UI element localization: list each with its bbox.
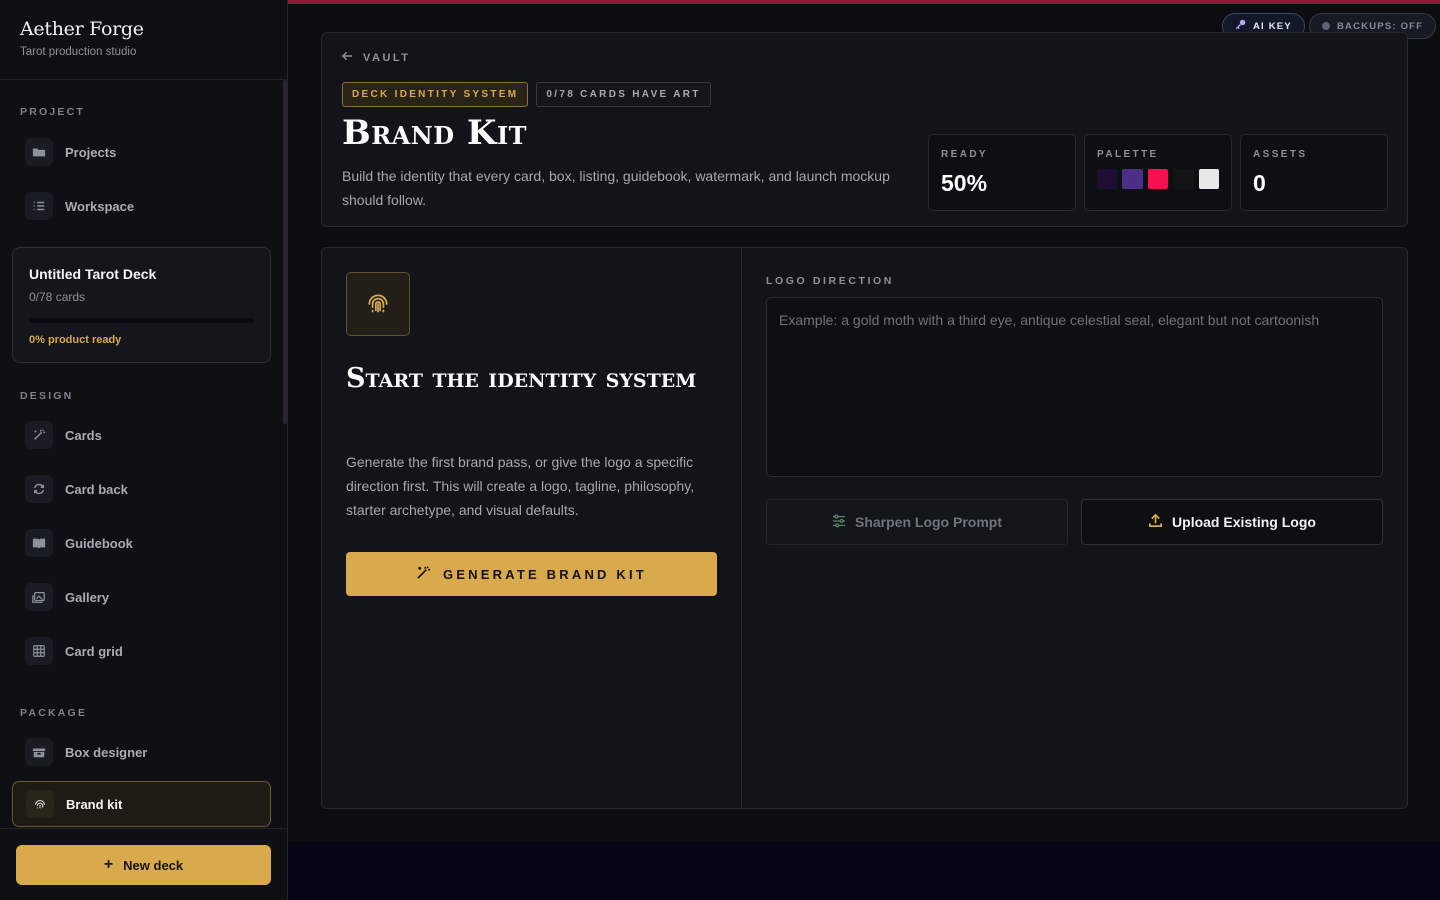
sharpen-label: Sharpen Logo Prompt [855, 514, 1002, 530]
assets-value: 0 [1253, 170, 1266, 196]
magic-wand-icon [25, 421, 53, 449]
ready-stat: READY 50% [928, 134, 1076, 211]
upload-label: Upload Existing Logo [1172, 514, 1316, 530]
sidebar-item-card-grid[interactable]: Card grid [12, 628, 271, 674]
deck-card-count: 0/78 cards [29, 290, 86, 304]
sidebar-item-label: Box designer [65, 744, 148, 760]
sidebar-item-projects[interactable]: Projects [12, 129, 271, 175]
upload-icon [1148, 513, 1163, 531]
palette-swatch[interactable] [1097, 169, 1118, 189]
palette-stat: PALETTE [1084, 134, 1232, 211]
deck-progress-bar [29, 318, 254, 323]
palette-swatches [1097, 169, 1220, 189]
ai-key-label: AI KEY [1253, 20, 1292, 32]
list-icon [25, 192, 53, 220]
page-description: Build the identity that every card, box,… [342, 168, 890, 208]
palette-swatch[interactable] [1122, 169, 1143, 189]
sidebar-item-workspace[interactable]: Workspace [12, 183, 271, 229]
status-dot-icon [1322, 22, 1330, 30]
ready-value: 50% [941, 170, 988, 196]
back-label: VAULT [363, 51, 411, 64]
key-icon [1235, 19, 1246, 33]
deck-name: Untitled Tarot Deck [29, 266, 157, 282]
generate-brand-kit-button[interactable]: GENERATE BRAND KIT [346, 552, 717, 596]
folder-icon [25, 138, 53, 166]
top-accent-bar [288, 0, 1440, 4]
sidebar-item-label: Gallery [65, 589, 110, 605]
deck-ready-text: 0% product ready [29, 334, 122, 346]
sidebar-item-label: Cards [65, 427, 102, 443]
sidebar-item-guidebook[interactable]: Guidebook [12, 520, 271, 566]
box-icon [25, 738, 53, 766]
brand-kit-header: VAULT DECK IDENTITY SYSTEM 0/78 CARDS HA… [321, 32, 1408, 227]
identity-tag: DECK IDENTITY SYSTEM [342, 82, 529, 107]
backups-label: BACKUPS: OFF [1337, 20, 1424, 32]
book-icon [25, 529, 53, 557]
identity-panel: Start the identity system Generate the f… [321, 247, 1408, 809]
gallery-icon [25, 583, 53, 611]
plus-icon: + [103, 856, 114, 873]
sidebar: Aether Forge Tarot production studio PRO… [0, 0, 288, 900]
sidebar-scrollbar[interactable] [283, 80, 287, 424]
new-deck-label: New deck [123, 857, 184, 873]
logo-direction-label: LOGO DIRECTION [766, 275, 894, 287]
app-brand: Aether Forge Tarot production studio [0, 0, 287, 80]
current-deck-card[interactable]: Untitled Tarot Deck 0/78 cards 0% produc… [12, 247, 271, 363]
logo-direction-input[interactable] [766, 297, 1383, 477]
sidebar-item-label: Projects [65, 144, 117, 160]
section-label-design: DESIGN [20, 390, 74, 402]
app-title: Aether Forge [20, 18, 144, 40]
magic-wand-icon [416, 565, 431, 583]
assets-label: ASSETS [1253, 149, 1308, 160]
sharpen-logo-prompt-button[interactable]: Sharpen Logo Prompt [766, 499, 1068, 545]
upload-existing-logo-button[interactable]: Upload Existing Logo [1081, 499, 1383, 545]
section-label-package: PACKAGE [20, 707, 88, 719]
fingerprint-icon [26, 790, 54, 818]
page-title: Brand Kit [342, 113, 528, 153]
palette-swatch[interactable] [1147, 169, 1169, 189]
bottom-strip [288, 841, 1440, 900]
back-to-vault-link[interactable]: VAULT [341, 51, 411, 64]
sidebar-item-gallery[interactable]: Gallery [12, 574, 271, 620]
sidebar-item-label: Card grid [65, 643, 123, 659]
ready-label: READY [941, 149, 989, 160]
identity-description: Generate the first brand pass, or give t… [346, 454, 695, 518]
identity-title: Start the identity system [346, 363, 697, 394]
sidebar-item-card-back[interactable]: Card back [12, 466, 271, 512]
app-subtitle: Tarot production studio [20, 46, 137, 58]
grid-icon [25, 637, 53, 665]
repeat-icon [25, 475, 53, 503]
arrow-left-icon [341, 51, 353, 64]
generate-label: GENERATE BRAND KIT [443, 566, 647, 582]
sidebar-item-box-designer[interactable]: Box designer [12, 729, 271, 775]
sidebar-footer: + New deck [0, 828, 287, 900]
sidebar-item-label: Brand kit [66, 796, 123, 812]
section-label-project: PROJECT [20, 106, 85, 118]
palette-swatch[interactable] [1173, 169, 1194, 189]
panel-divider [741, 248, 742, 808]
sidebar-item-label: Guidebook [65, 535, 133, 551]
new-deck-button[interactable]: + New deck [16, 845, 271, 885]
assets-stat: ASSETS 0 [1240, 134, 1388, 211]
card-art-tag: 0/78 CARDS HAVE ART [536, 82, 711, 107]
sidebar-item-cards[interactable]: Cards [12, 412, 271, 458]
fingerprint-icon [346, 272, 410, 336]
sliders-icon [832, 514, 846, 531]
sidebar-item-label: Workspace [65, 198, 135, 214]
sidebar-item-label: Card back [65, 481, 128, 497]
sidebar-item-brand-kit[interactable]: Brand kit [12, 781, 271, 827]
tag-row: DECK IDENTITY SYSTEM 0/78 CARDS HAVE ART [342, 82, 711, 107]
palette-swatch[interactable] [1198, 169, 1220, 189]
palette-label: PALETTE [1097, 149, 1159, 160]
